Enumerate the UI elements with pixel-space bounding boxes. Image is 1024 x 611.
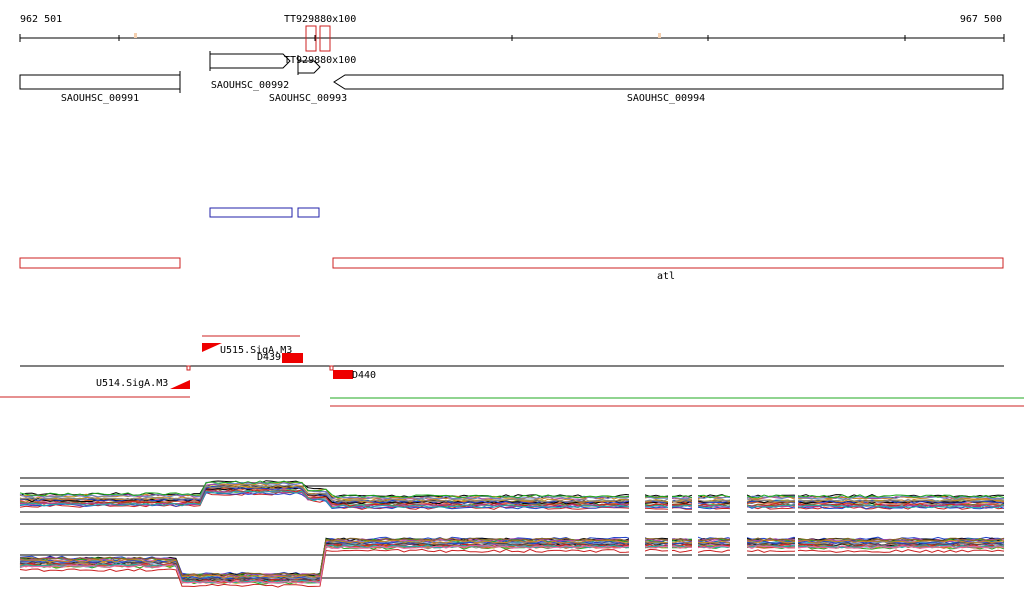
ruler-highlight <box>134 33 137 38</box>
gene-label: SAOUHSC_00993 <box>269 93 347 104</box>
expression-profile-upper <box>19 477 1005 513</box>
annotation-feature[interactable] <box>19 257 181 269</box>
profile-gap <box>730 470 747 588</box>
tss-label: TT929880x100 <box>284 14 356 25</box>
terminator-label: D439 <box>257 352 281 363</box>
tss-track: TT929880x100 TT929880x100 <box>284 14 356 66</box>
gene-feature[interactable] <box>333 74 1004 90</box>
profile-gap <box>629 470 645 588</box>
coordinate-ruler: 962 501 967 500 <box>19 14 1005 42</box>
gene-feature[interactable] <box>209 53 291 69</box>
genome-browser-canvas: 962 501 967 500 TT929880x100 TT929880x10… <box>0 14 1024 588</box>
annotation-track: atl <box>19 257 1004 282</box>
tss-label: TT929880x100 <box>284 55 356 66</box>
annotation-feature[interactable] <box>332 257 1004 269</box>
terminator-block[interactable] <box>282 353 303 363</box>
gene-label: SAOUHSC_00994 <box>627 93 705 104</box>
gene-label: SAOUHSC_00992 <box>211 80 289 91</box>
ruler-end-label: 967 500 <box>960 14 1002 25</box>
profile-lines <box>19 536 1005 588</box>
blue-feature[interactable] <box>209 207 293 218</box>
gene-label: SAOUHSC_00991 <box>61 93 139 104</box>
profile-gap <box>668 470 672 588</box>
profile-line <box>19 480 1005 499</box>
profile-gap <box>795 470 798 588</box>
promoter-flag[interactable] <box>170 380 190 389</box>
blue-feature[interactable] <box>297 207 320 218</box>
expression-profile-lower <box>19 523 1005 588</box>
blue-feature-track <box>209 207 320 218</box>
gene-track: SAOUHSC_00991 SAOUHSC_00992 SAOUHSC_0099… <box>19 51 1004 104</box>
promoter-terminator-track: U515.SigA.M3 D439 D440 U514.SigA.M3 <box>0 335 1024 407</box>
gene-feature[interactable] <box>19 74 181 90</box>
profile-lines <box>19 480 1005 510</box>
ruler-highlight <box>658 33 661 38</box>
annotation-label: atl <box>657 271 675 282</box>
profile-gap <box>692 470 698 588</box>
promoter-flag[interactable] <box>202 343 222 352</box>
ruler-start-label: 962 501 <box>20 14 62 25</box>
terminator-label: D440 <box>352 370 376 381</box>
terminator-block[interactable] <box>333 370 353 379</box>
promoter-label: U514.SigA.M3 <box>96 378 168 389</box>
profile-gaps <box>629 470 798 588</box>
